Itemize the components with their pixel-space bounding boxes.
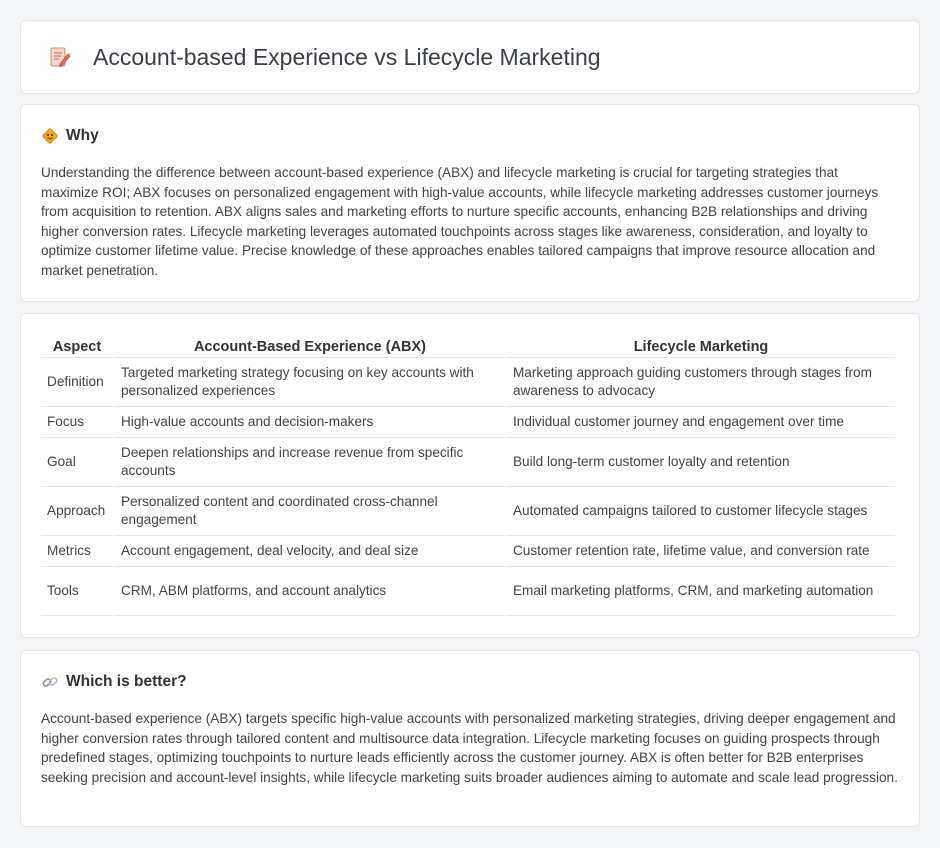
row-aspect: Focus xyxy=(41,407,113,438)
comparison-table: Aspect Account-Based Experience (ABX) Li… xyxy=(39,334,897,616)
column-header-abx: Account-Based Experience (ABX) xyxy=(114,334,505,358)
why-section: Why Understanding the difference between… xyxy=(20,104,920,302)
table-row: Focus High-value accounts and decision-m… xyxy=(41,407,895,438)
better-paragraph: Account-based experience (ABX) targets s… xyxy=(41,711,898,785)
which-is-better-section: Which is better? Account-based experienc… xyxy=(20,650,920,827)
table-header-row: Aspect Account-Based Experience (ABX) Li… xyxy=(41,334,895,358)
row-aspect: Tools xyxy=(41,567,113,616)
row-abx-cell: High-value accounts and decision-makers xyxy=(114,407,505,438)
title-row: Account-based Experience vs Lifecycle Ma… xyxy=(21,21,919,93)
why-heading: Why xyxy=(66,127,99,144)
table-row: Metrics Account engagement, deal velocit… xyxy=(41,536,895,567)
row-lifecycle-cell: Automated campaigns tailored to customer… xyxy=(506,487,895,536)
comparison-section: Aspect Account-Based Experience (ABX) Li… xyxy=(20,313,920,638)
row-aspect: Approach xyxy=(41,487,113,536)
page-title: Account-based Experience vs Lifecycle Ma… xyxy=(93,43,601,70)
better-heading-row: Which is better? xyxy=(41,673,899,691)
column-header-aspect: Aspect xyxy=(41,334,113,358)
table-row: Definition Targeted marketing strategy f… xyxy=(41,358,895,407)
row-abx-cell: CRM, ABM platforms, and account analytic… xyxy=(114,567,505,616)
column-header-lifecycle: Lifecycle Marketing xyxy=(506,334,895,358)
row-aspect: Metrics xyxy=(41,536,113,567)
diamond-sign-icon xyxy=(41,127,59,145)
row-abx-cell: Account engagement, deal velocity, and d… xyxy=(114,536,505,567)
row-lifecycle-cell: Individual customer journey and engageme… xyxy=(506,407,895,438)
title-card: Account-based Experience vs Lifecycle Ma… xyxy=(20,20,920,94)
row-abx-cell: Targeted marketing strategy focusing on … xyxy=(114,358,505,407)
table-row: Approach Personalized content and coordi… xyxy=(41,487,895,536)
row-lifecycle-cell: Customer retention rate, lifetime value,… xyxy=(506,536,895,567)
row-lifecycle-cell: Build long-term customer loyalty and ret… xyxy=(506,438,895,487)
document-pencil-icon xyxy=(47,44,73,70)
row-abx-cell: Deepen relationships and increase revenu… xyxy=(114,438,505,487)
row-lifecycle-cell: Email marketing platforms, CRM, and mark… xyxy=(506,567,895,616)
link-icon xyxy=(41,673,59,691)
table-row: Goal Deepen relationships and increase r… xyxy=(41,438,895,487)
better-heading: Which is better? xyxy=(66,673,187,690)
table-row: Tools CRM, ABM platforms, and account an… xyxy=(41,567,895,616)
row-lifecycle-cell: Marketing approach guiding customers thr… xyxy=(506,358,895,407)
row-aspect: Goal xyxy=(41,438,113,487)
row-abx-cell: Personalized content and coordinated cro… xyxy=(114,487,505,536)
row-aspect: Definition xyxy=(41,358,113,407)
why-paragraph: Understanding the difference between acc… xyxy=(41,165,879,278)
why-heading-row: Why xyxy=(41,127,899,145)
